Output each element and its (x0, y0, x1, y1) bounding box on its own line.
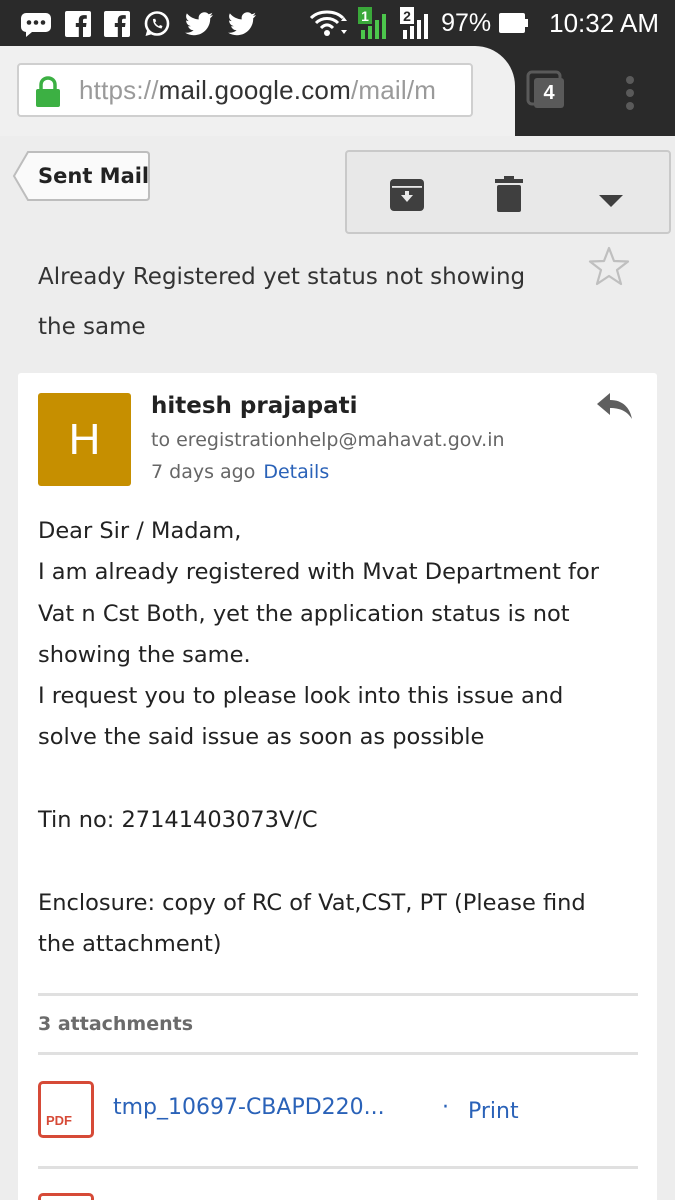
url-host: mail.google.com (158, 75, 351, 105)
omnibox-area: https://mail.google.com/mail/m (0, 46, 515, 136)
back-label: Sent Mail (38, 164, 150, 188)
browser-toolbar: https://mail.google.com/mail/m 4 (0, 46, 675, 136)
message-actions (345, 150, 671, 234)
wifi-icon (309, 8, 349, 38)
signal-icon: 2 (399, 6, 433, 40)
tab-count: 4 (534, 78, 564, 108)
url-prefix: https:// (79, 75, 159, 105)
facebook-icon (65, 11, 91, 37)
delete-icon[interactable] (495, 176, 523, 216)
divider (38, 1052, 638, 1055)
status-bar: 1 2 97% 10:32 AM (0, 0, 675, 46)
date-line: 7 days ago Details (151, 461, 329, 483)
message-card: H hitesh prajapati to eregistrationhelp@… (18, 373, 657, 1200)
browser-menu-button[interactable] (618, 73, 642, 113)
attachments-count: 3 attachments (38, 1013, 194, 1035)
details-link[interactable]: Details (263, 461, 329, 483)
sim1-label: 1 (361, 8, 369, 24)
body-line: Vat n Cst Both, yet the application stat… (38, 600, 570, 627)
attachment-name[interactable]: tmp_10697-CBAPD220... (113, 1095, 423, 1120)
body-line: solve the said issue as soon as possible (38, 724, 485, 751)
body-line: I request you to please look into this i… (38, 683, 564, 710)
recipient-line: to eregistrationhelp@mahavat.gov.in (151, 429, 505, 451)
url-path: /mail/m (350, 75, 437, 105)
clock: 10:32 AM (549, 7, 659, 38)
pdf-icon: PDF (38, 1081, 94, 1138)
body-line: the attachment) (38, 930, 222, 957)
whatsapp-icon (143, 10, 171, 38)
archive-icon[interactable] (389, 178, 425, 216)
separator: · (442, 1095, 449, 1120)
body-line: Dear Sir / Madam, (38, 518, 242, 544)
messages-icon (20, 11, 52, 37)
signal-icon: 1 (357, 6, 391, 40)
pdf-label: PDF (46, 1113, 72, 1128)
twitter-icon (184, 11, 214, 37)
sender-name: hitesh prajapati (151, 393, 358, 419)
lock-icon (34, 76, 62, 112)
body-line: Tin no: 27141403073V/C (38, 807, 318, 834)
body-line: showing the same. (38, 641, 251, 668)
message-subject: Already Registered yet status not showin… (38, 264, 526, 340)
reply-icon[interactable] (596, 391, 634, 425)
divider (38, 993, 638, 996)
battery-icon (499, 12, 529, 34)
battery-percent: 97% (441, 8, 492, 37)
print-link[interactable]: Print (468, 1099, 519, 1124)
body-line: Enclosure: copy of RC of Vat,CST, PT (Pl… (38, 889, 586, 916)
system-status-icons: 1 2 97% 10:32 AM (309, 6, 659, 40)
sim2-label: 2 (403, 8, 411, 24)
more-vert-icon (626, 76, 634, 110)
body-line (38, 759, 638, 800)
message-body: Dear Sir / Madam, I am already registered… (38, 511, 638, 965)
message-date: 7 days ago (151, 461, 256, 483)
twitter-icon (227, 11, 257, 37)
url-text: https://mail.google.com/mail/m (79, 75, 436, 106)
pdf-icon (38, 1193, 94, 1200)
divider (38, 1166, 638, 1169)
notification-icons (20, 8, 257, 40)
star-icon[interactable] (588, 246, 630, 290)
avatar: H (38, 393, 131, 486)
attachment-row[interactable]: PDF tmp_10697-CBAPD220... · Print (38, 1073, 638, 1143)
facebook-icon (104, 11, 130, 37)
url-bar[interactable]: https://mail.google.com/mail/m (17, 63, 473, 117)
tab-switcher-button[interactable]: 4 (526, 70, 570, 114)
body-line (38, 841, 638, 882)
body-line: I am already registered with Mvat Depart… (38, 559, 599, 586)
chevron-down-icon[interactable] (599, 192, 623, 211)
